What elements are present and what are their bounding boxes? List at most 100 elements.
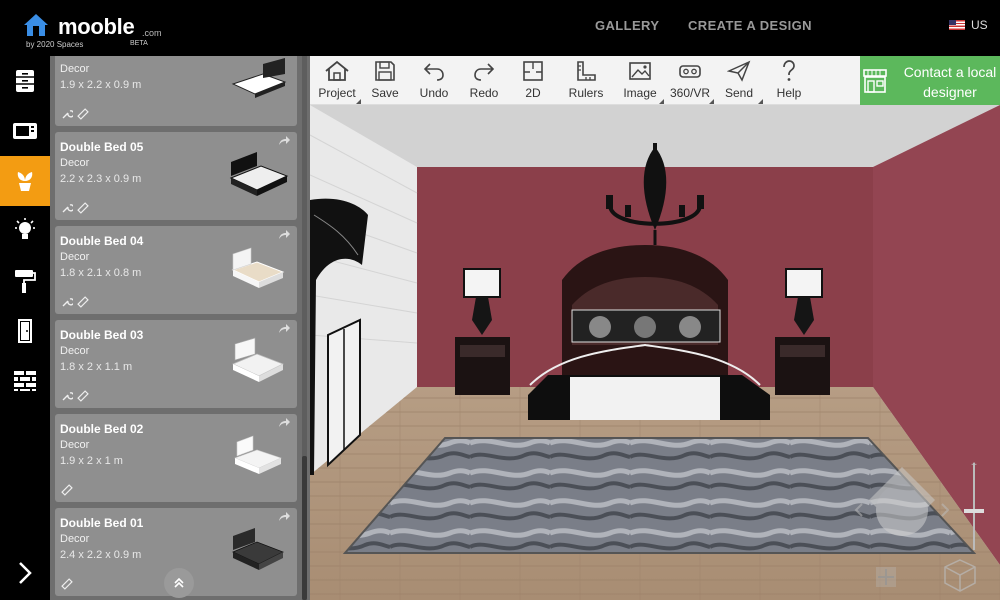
3d-viewport[interactable]: + <box>310 105 1000 600</box>
undo-button[interactable]: Undo <box>409 60 459 104</box>
vr-button[interactable]: 360/VR <box>665 60 715 104</box>
item-title: Double Bed 03 <box>60 328 144 342</box>
locale-selector[interactable]: US <box>949 18 988 32</box>
rail-paint[interactable] <box>0 256 50 306</box>
ruler-icon[interactable] <box>61 578 73 590</box>
item-tools <box>61 202 89 214</box>
brand-tld: .com <box>142 28 162 38</box>
item-dimensions: 1.9 x 2 x 1 m <box>60 455 123 467</box>
brick-wall-icon <box>14 371 36 391</box>
item-category: Decor <box>60 533 90 545</box>
catalog-panel: Decor 1.9 x 2.2 x 0.9 m Double Bed 05 De… <box>50 56 310 600</box>
brand-name: mooble <box>58 14 135 39</box>
design-toolbar: Project Save Undo Redo 2D Rulers Image 3… <box>310 56 860 105</box>
cabinet-icon <box>16 70 34 92</box>
bed-thumbnail <box>232 528 284 570</box>
item-title: Double Bed 05 <box>60 140 144 154</box>
help-button[interactable]: Help <box>764 60 814 104</box>
item-category: Decor <box>60 345 90 357</box>
rulers-button[interactable]: Rulers <box>561 60 611 104</box>
pan-control <box>876 567 896 587</box>
wrench-icon[interactable] <box>61 390 73 402</box>
share-arrow-icon[interactable] <box>278 136 290 146</box>
save-label: Save <box>371 86 399 100</box>
share-arrow-icon[interactable] <box>278 512 290 522</box>
send-button[interactable]: Send <box>714 60 764 104</box>
wrench-icon[interactable] <box>61 296 73 308</box>
ruler-icon[interactable] <box>77 202 89 214</box>
item-dimensions: 2.4 x 2.2 x 0.9 m <box>60 549 142 561</box>
rail-walls[interactable] <box>0 356 50 406</box>
ruler-icon[interactable] <box>61 484 73 496</box>
us-flag-icon <box>949 20 965 30</box>
contact-designer-label: Contact a local designer <box>903 64 997 100</box>
item-dimensions: 1.8 x 2.1 x 0.8 m <box>60 267 142 279</box>
catalog-item[interactable]: Decor 1.9 x 2.2 x 0.9 m <box>55 56 297 126</box>
chevron-right-icon <box>19 562 32 584</box>
item-dimensions: 1.8 x 2 x 1.1 m <box>60 361 133 373</box>
image-button[interactable]: Image <box>615 60 665 104</box>
storefront-icon <box>863 69 887 93</box>
floor-plan-icon <box>523 61 543 81</box>
wrench-icon[interactable] <box>61 108 73 120</box>
item-title: Double Bed 04 <box>60 234 144 248</box>
item-category: Decor <box>60 251 90 263</box>
room-render: + <box>310 105 1000 600</box>
view-2d-label: 2D <box>525 86 541 100</box>
nav-gallery-link[interactable]: GALLERY <box>595 18 659 33</box>
locale-label: US <box>971 18 988 32</box>
scroll-to-top-button[interactable] <box>164 568 194 598</box>
redo-button[interactable]: Redo <box>459 60 509 104</box>
rail-decor[interactable] <box>0 156 50 206</box>
question-mark-icon <box>783 60 795 81</box>
undo-arrow-icon <box>423 63 444 81</box>
rail-doors[interactable] <box>0 306 50 356</box>
contact-designer-button[interactable]: Contact a local designer <box>860 56 1000 105</box>
share-arrow-icon[interactable] <box>278 324 290 334</box>
item-dimensions: 2.2 x 2.3 x 0.9 m <box>60 173 142 185</box>
vr-label: 360/VR <box>669 86 711 100</box>
item-category: Decor <box>60 63 90 75</box>
ruler-icon[interactable] <box>77 108 89 120</box>
beta-badge: BETA <box>130 40 148 47</box>
category-rail <box>0 56 50 600</box>
undo-label: Undo <box>419 86 449 100</box>
catalog-item[interactable]: Double Bed 02 Decor 1.9 x 2 x 1 m <box>55 414 297 502</box>
bed-thumbnail <box>232 337 284 382</box>
mooble-logo[interactable]: mooble .com by 2020 Spaces BETA <box>22 12 162 52</box>
catalog-item[interactable]: Double Bed 05 Decor 2.2 x 2.3 x 0.9 m <box>55 132 297 220</box>
catalog-scroll-thumb[interactable] <box>302 456 307 600</box>
catalog-item[interactable]: Double Bed 04 Decor 1.8 x 2.1 x 0.8 m <box>55 226 297 314</box>
send-label: Send <box>724 86 754 100</box>
picture-icon <box>629 62 651 80</box>
wrench-icon[interactable] <box>61 202 73 214</box>
share-arrow-icon[interactable] <box>278 230 290 240</box>
rail-lighting[interactable] <box>0 206 50 256</box>
nav-create-design-link[interactable]: CREATE A DESIGN <box>688 18 812 33</box>
house-logo-icon <box>24 14 48 36</box>
item-tools <box>61 296 89 308</box>
save-button[interactable]: Save <box>360 60 410 104</box>
share-arrow-icon[interactable] <box>278 418 290 428</box>
expand-panel-button[interactable] <box>0 548 50 598</box>
ruler-icon[interactable] <box>77 296 89 308</box>
ruler-icon[interactable] <box>77 390 89 402</box>
item-tools <box>61 108 89 120</box>
redo-label: Redo <box>469 86 499 100</box>
project-button[interactable]: Project <box>312 60 362 104</box>
image-label: Image <box>623 86 657 100</box>
rail-appliances[interactable] <box>0 106 50 156</box>
brand-byline: by 2020 Spaces <box>26 40 84 49</box>
bed-thumbnail <box>229 152 289 196</box>
view-2d-button[interactable]: 2D <box>508 60 558 104</box>
home-icon <box>325 60 349 81</box>
rail-cabinets[interactable] <box>0 56 50 106</box>
rulers-label: Rulers <box>568 86 604 100</box>
paint-roller-icon <box>15 270 36 293</box>
catalog-item[interactable]: Double Bed 03 Decor 1.8 x 2 x 1.1 m <box>55 320 297 408</box>
paper-plane-icon <box>727 60 751 82</box>
item-tools <box>61 390 89 402</box>
item-tools <box>61 484 73 496</box>
top-bar: mooble .com by 2020 Spaces BETA GALLERY … <box>0 0 1000 56</box>
svg-text:+: + <box>971 460 977 471</box>
